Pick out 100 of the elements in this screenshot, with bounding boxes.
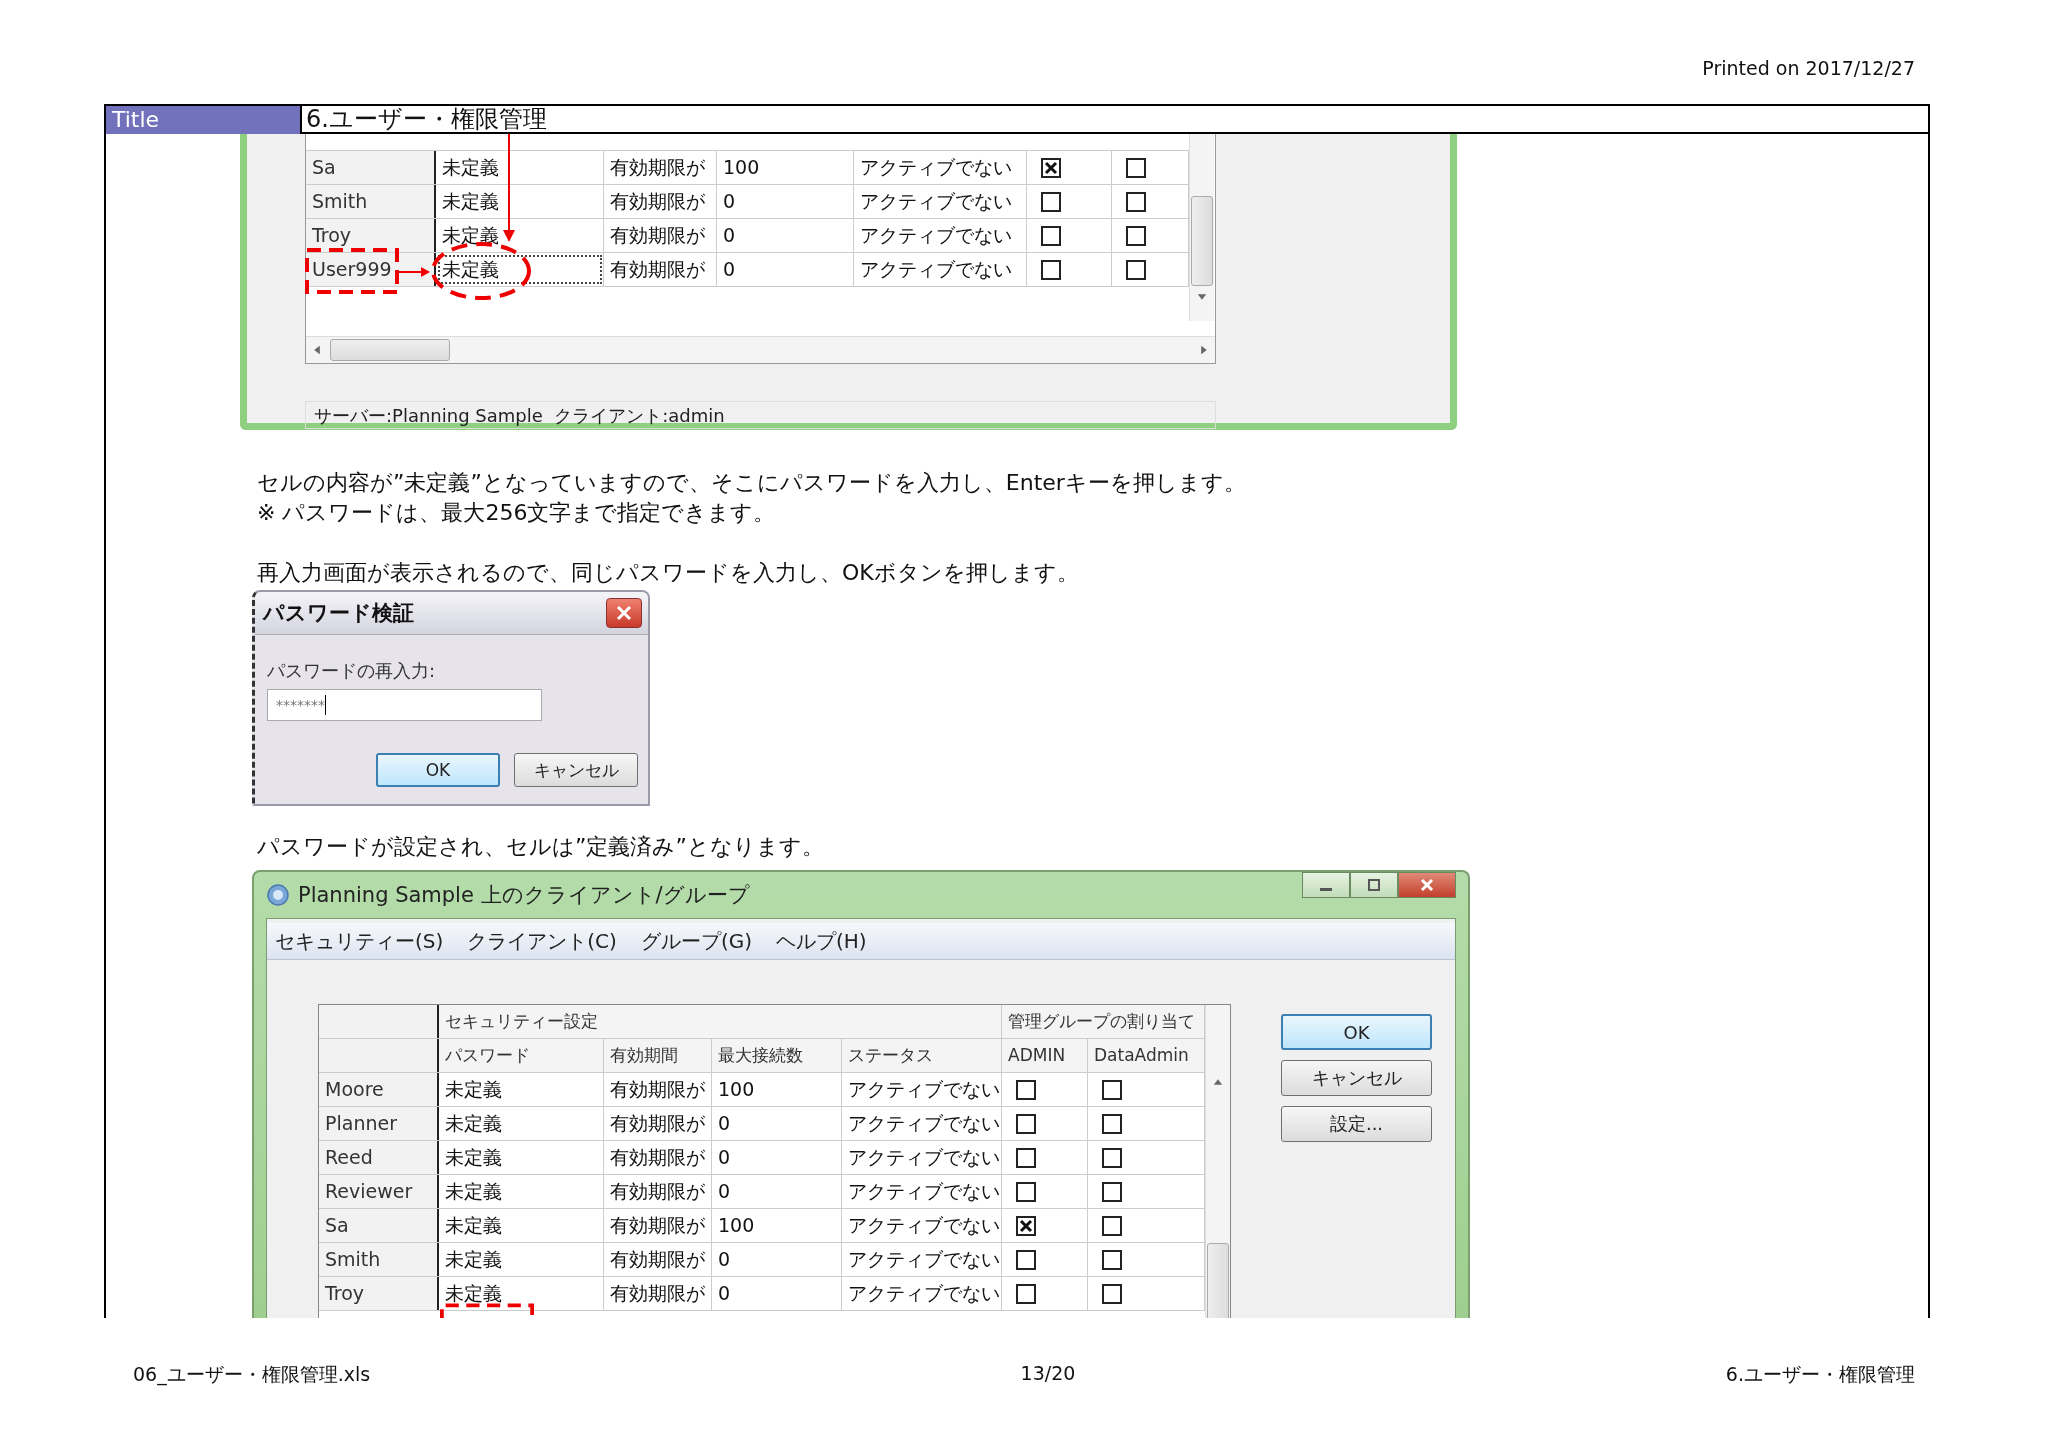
max-connections-cell: 0 (712, 1175, 842, 1208)
column-header[interactable]: ADMIN (1002, 1039, 1088, 1072)
status-cell: アクティブでない (854, 185, 1027, 218)
checkbox[interactable] (1102, 1147, 1122, 1168)
checkbox[interactable] (1102, 1283, 1122, 1304)
max-connections-cell: 0 (712, 1277, 842, 1310)
vertical-scrollbar[interactable] (1205, 1005, 1230, 1318)
checkbox[interactable] (1126, 225, 1146, 246)
close-icon (614, 603, 634, 623)
checkbox[interactable] (1126, 157, 1146, 178)
expiry-cell: 有効期限が (604, 253, 717, 286)
menu-item[interactable]: グループ(G) (640, 927, 752, 955)
app-icon (266, 883, 290, 907)
dialog-button[interactable]: キャンセル (1281, 1060, 1432, 1096)
password-cell[interactable]: 未定義 (436, 185, 604, 218)
status-bar: サーバー:Planning Sample クライアント:admin (305, 401, 1216, 429)
window-title: Planning Sample 上のクライアント/グループ (298, 882, 750, 909)
menu-item[interactable]: ヘルプ(H) (776, 927, 867, 955)
password-cell[interactable]: 未定義 (439, 1073, 604, 1106)
dialog-title: パスワード検証 (263, 600, 415, 627)
password-cell[interactable]: 未定義 (436, 253, 604, 286)
checkbox[interactable] (1102, 1181, 1122, 1202)
checkbox[interactable] (1016, 1113, 1036, 1134)
password-cell[interactable]: 未定義 (439, 1175, 604, 1208)
checkbox[interactable] (1126, 191, 1146, 212)
user-name-cell: Reviewer (319, 1175, 439, 1208)
checkbox[interactable] (1041, 157, 1061, 178)
field-label: パスワードの再入力: (267, 659, 437, 683)
dialog-button[interactable]: OK (1281, 1014, 1432, 1050)
minimize-icon (1320, 887, 1332, 891)
menu-item[interactable]: クライアント(C) (467, 927, 617, 955)
close-button[interactable] (606, 598, 642, 628)
scroll-thumb[interactable] (330, 339, 450, 361)
expiry-cell: 有効期限が (604, 1175, 712, 1208)
status-cell: アクティブでない (854, 151, 1027, 184)
menu-item[interactable]: セキュリティー(S) (275, 927, 444, 955)
instruction-text: パスワードが設定され、セルは”定義済み”となります。 (257, 833, 825, 861)
max-connections-cell: 0 (717, 185, 854, 218)
max-connections-cell: 0 (712, 1141, 842, 1174)
vertical-scrollbar[interactable] (1189, 134, 1214, 321)
max-connections-cell: 100 (712, 1209, 842, 1242)
status-cell: アクティブでない (842, 1209, 1002, 1242)
checkbox[interactable] (1016, 1079, 1036, 1100)
pointer-arrow (398, 267, 430, 277)
instruction-text: 再入力画面が表示されるので、同じパスワードを入力し、OKボタンを押します。 (257, 559, 1080, 587)
horizontal-scrollbar[interactable] (306, 336, 1215, 363)
expiry-cell: 有効期限が (604, 1277, 712, 1310)
scroll-thumb[interactable] (1191, 196, 1213, 286)
instruction-text: セルの内容が”未定義”となっていますので、そこにパスワードを入力し、Enterキーを押します。 (257, 469, 1247, 497)
checkbox[interactable] (1016, 1181, 1036, 1202)
status-cell: アクティブでない (854, 253, 1027, 286)
checkbox[interactable] (1016, 1147, 1036, 1168)
column-header[interactable]: 有効期間 (604, 1039, 712, 1072)
expiry-cell: 有効期限が (604, 185, 717, 218)
max-connections-cell: 100 (717, 151, 854, 184)
maximize-button[interactable] (1350, 872, 1398, 898)
expiry-cell: 有効期限が (604, 1243, 712, 1276)
status-cell: アクティブでない (842, 1073, 1002, 1106)
minimize-button[interactable] (1302, 872, 1350, 898)
dialog-button[interactable]: 設定... (1281, 1106, 1432, 1142)
password-field[interactable]: ******* (267, 689, 542, 721)
column-header[interactable]: ステータス (842, 1039, 1002, 1072)
status-cell: アクティブでない (842, 1107, 1002, 1140)
checkbox[interactable] (1016, 1249, 1036, 1270)
status-cell: アクティブでない (854, 219, 1027, 252)
password-cell[interactable]: 未定義 (439, 1277, 604, 1310)
checkbox[interactable] (1102, 1215, 1122, 1236)
password-cell[interactable]: 未定義 (436, 151, 604, 184)
user-name-cell: Troy (306, 219, 436, 252)
user-name-cell: Smith (319, 1243, 439, 1276)
status-cell: アクティブでない (842, 1277, 1002, 1310)
checkbox[interactable] (1016, 1283, 1036, 1304)
checkbox[interactable] (1041, 259, 1061, 280)
checkbox[interactable] (1041, 191, 1061, 212)
page-number: 13/20 (1020, 1362, 1076, 1386)
checkbox[interactable] (1016, 1215, 1036, 1236)
checkbox[interactable] (1041, 225, 1061, 246)
expiry-cell: 有効期限が (604, 1107, 712, 1140)
column-header[interactable]: 最大接続数 (712, 1039, 842, 1072)
password-cell[interactable]: 未定義 (439, 1107, 604, 1140)
password-cell[interactable]: 未定義 (439, 1141, 604, 1174)
column-header[interactable]: パスワード (439, 1039, 604, 1072)
checkbox[interactable] (1102, 1079, 1122, 1100)
close-button[interactable] (1398, 872, 1456, 898)
sheet-name: 6.ユーザー・権限管理 (1725, 1362, 1915, 1387)
dialog-button[interactable]: キャンセル (514, 753, 638, 787)
password-cell[interactable]: 未定義 (439, 1243, 604, 1276)
dialog-button[interactable]: OK (376, 753, 500, 787)
checkbox[interactable] (1126, 259, 1146, 280)
scroll-thumb[interactable] (1207, 1243, 1229, 1318)
password-cell[interactable]: 未定義 (439, 1209, 604, 1242)
status-cell: アクティブでない (842, 1141, 1002, 1174)
title-label: Title (106, 106, 300, 134)
checkbox[interactable] (1102, 1113, 1122, 1134)
user-name-cell: Moore (319, 1073, 439, 1106)
expiry-cell: 有効期限が (604, 151, 717, 184)
column-group-header: セキュリティー設定 (439, 1005, 1002, 1038)
checkbox[interactable] (1102, 1249, 1122, 1270)
print-date: Printed on 2017/12/27 (1702, 57, 1915, 79)
expiry-cell: 有効期限が (604, 1209, 712, 1242)
